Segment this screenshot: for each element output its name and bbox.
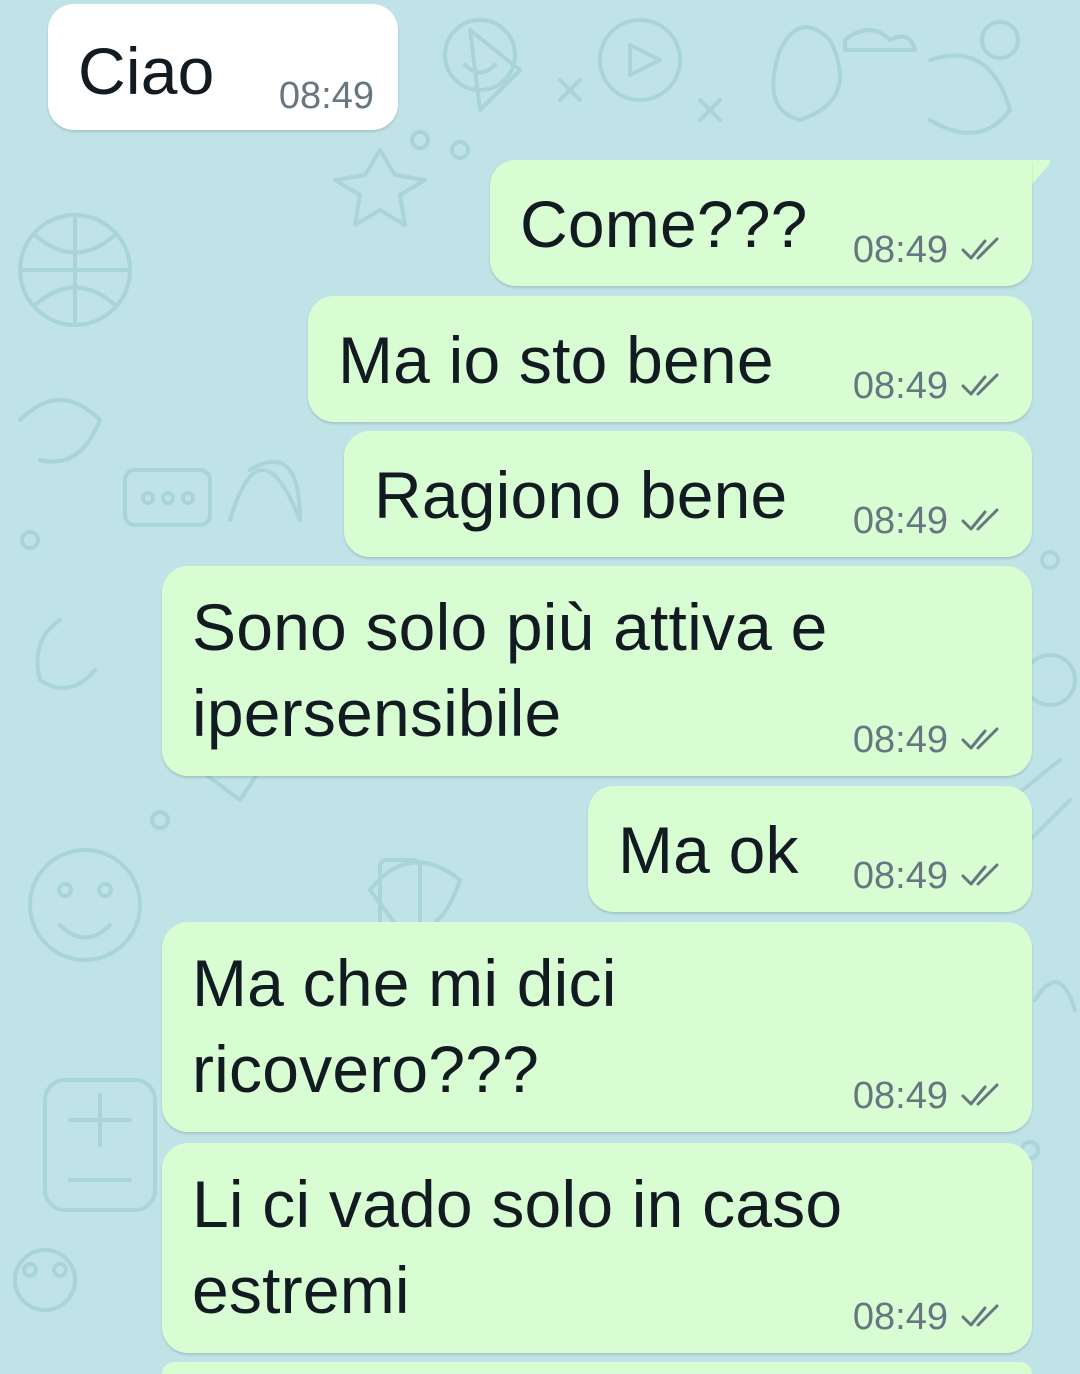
- message-meta: 08:49: [853, 366, 1006, 406]
- message-text-line: estremi: [192, 1253, 410, 1327]
- message-meta: 08:49: [853, 856, 1006, 896]
- double-check-icon: [961, 508, 999, 531]
- message-text-line: ricovero???: [192, 1032, 540, 1106]
- message-bubble-outgoing[interactable]: Ma io sto bene 08:49: [308, 296, 1032, 422]
- message-bubble-outgoing[interactable]: Ragiono bene 08:49: [344, 431, 1032, 557]
- message-text: Ciao: [78, 34, 215, 108]
- double-check-icon: [961, 1083, 999, 1106]
- message-time: 08:49: [278, 75, 374, 117]
- message-meta: 08:49: [853, 501, 1006, 541]
- message-time: 08:49: [852, 855, 948, 897]
- message-meta: 08:49: [853, 720, 1006, 760]
- message-time: 08:49: [852, 1296, 948, 1338]
- message-meta: 08:49: [853, 230, 1006, 270]
- message-time: 08:49: [852, 365, 948, 407]
- message-bubble-outgoing[interactable]: Ma che mi dici ricovero??? 08:49: [162, 922, 1032, 1132]
- double-check-icon: [961, 373, 999, 396]
- message-meta: 08:49: [853, 1076, 1006, 1116]
- message-text: Ragiono bene: [374, 458, 788, 532]
- message-time: 08:49: [852, 229, 948, 271]
- message-text-line: ipersensibile: [192, 676, 562, 750]
- message-bubble-outgoing[interactable]: Sono solo più attiva e ipersensibile 08:…: [162, 566, 1032, 776]
- double-check-icon: [961, 863, 999, 886]
- message-meta: 08:49: [853, 1297, 1006, 1337]
- double-check-icon: [961, 237, 999, 260]
- message-bubble-outgoing[interactable]: Come??? 08:49: [490, 160, 1032, 286]
- message-bubble-incoming[interactable]: Ciao 08:49: [48, 4, 398, 130]
- message-time: 08:49: [852, 719, 948, 761]
- message-text-line: Li ci vado solo in caso: [192, 1167, 843, 1241]
- message-time: 08:49: [852, 1075, 948, 1117]
- message-text-line: Sono solo più attiva e: [192, 590, 828, 664]
- double-check-icon: [961, 727, 999, 750]
- message-time: 08:49: [852, 500, 948, 542]
- message-bubble-outgoing-partial[interactable]: [162, 1362, 1032, 1374]
- message-text-line: Ma che mi dici: [192, 946, 617, 1020]
- message-text: Come???: [520, 187, 808, 261]
- message-text: Ma ok: [618, 813, 799, 887]
- message-bubble-outgoing[interactable]: Ma ok 08:49: [588, 786, 1032, 912]
- message-text: Ma io sto bene: [338, 323, 774, 397]
- double-check-icon: [961, 1304, 999, 1327]
- message-meta: 08:49: [279, 76, 374, 116]
- message-bubble-outgoing[interactable]: Li ci vado solo in caso estremi 08:49: [162, 1143, 1032, 1353]
